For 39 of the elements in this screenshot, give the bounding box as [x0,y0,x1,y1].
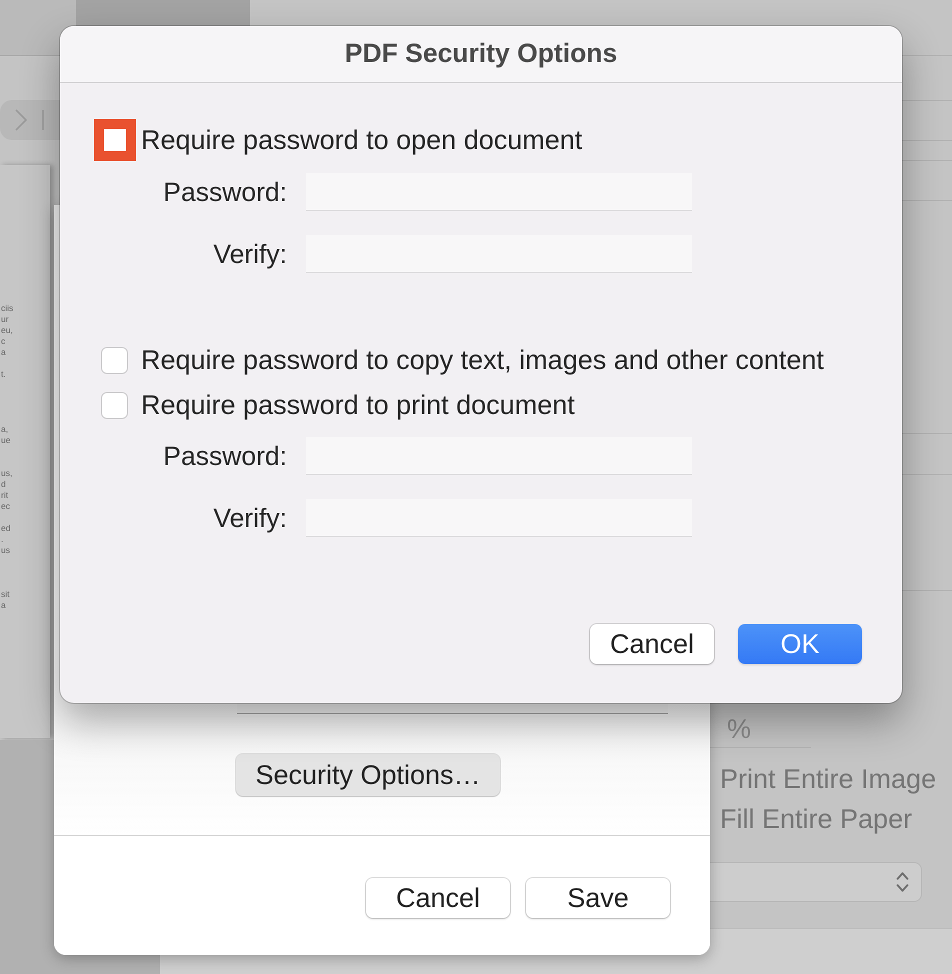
save-button[interactable]: Save [526,878,670,918]
field-label: Verify: [212,502,287,534]
field-label: Verify: [212,238,287,270]
preview-text: a [0,600,7,611]
password-field[interactable] [306,499,692,537]
preview-text: ue [0,435,12,446]
up-down-chevron-icon [896,871,909,893]
password-field[interactable] [306,437,692,475]
checkbox-label[interactable]: Require password to copy text, images and other content [141,344,824,376]
preview-text: sit [0,589,10,600]
preview-text: c [0,336,6,347]
preview-text: ciis [0,303,14,314]
chevron-right-icon[interactable] [15,109,27,131]
dialog-title: PDF Security Options [344,38,618,68]
preview-text: a [0,347,7,358]
checkbox[interactable] [100,392,128,418]
checkbox-label[interactable]: Require password to open document [141,124,582,156]
preview-text: rit [0,490,10,501]
checkbox-label[interactable]: Require password to print document [141,390,575,420]
field-label: Password: [162,176,287,208]
password-field[interactable] [306,173,692,211]
ok-button[interactable]: OK [738,624,862,664]
preview-text: t. [0,369,7,380]
security-options-button[interactable]: Security Options… [236,754,500,796]
checkbox[interactable] [100,346,128,374]
cancel-button[interactable]: Cancel [590,624,714,664]
password-field[interactable] [306,235,692,273]
preview-text: . [0,534,4,545]
preview-text: ec [0,501,11,512]
preview-text: us, [0,468,14,479]
preview-text: ur [0,314,10,325]
preview-text: us [0,545,11,556]
checkbox[interactable] [104,129,126,151]
preview-text: d [0,479,7,490]
preview-text: a, [0,424,10,435]
field-label: Password: [162,440,287,472]
cancel-button[interactable]: Cancel [366,878,510,918]
preview-text: ed [0,523,12,534]
preview-text: eu, [0,325,14,336]
